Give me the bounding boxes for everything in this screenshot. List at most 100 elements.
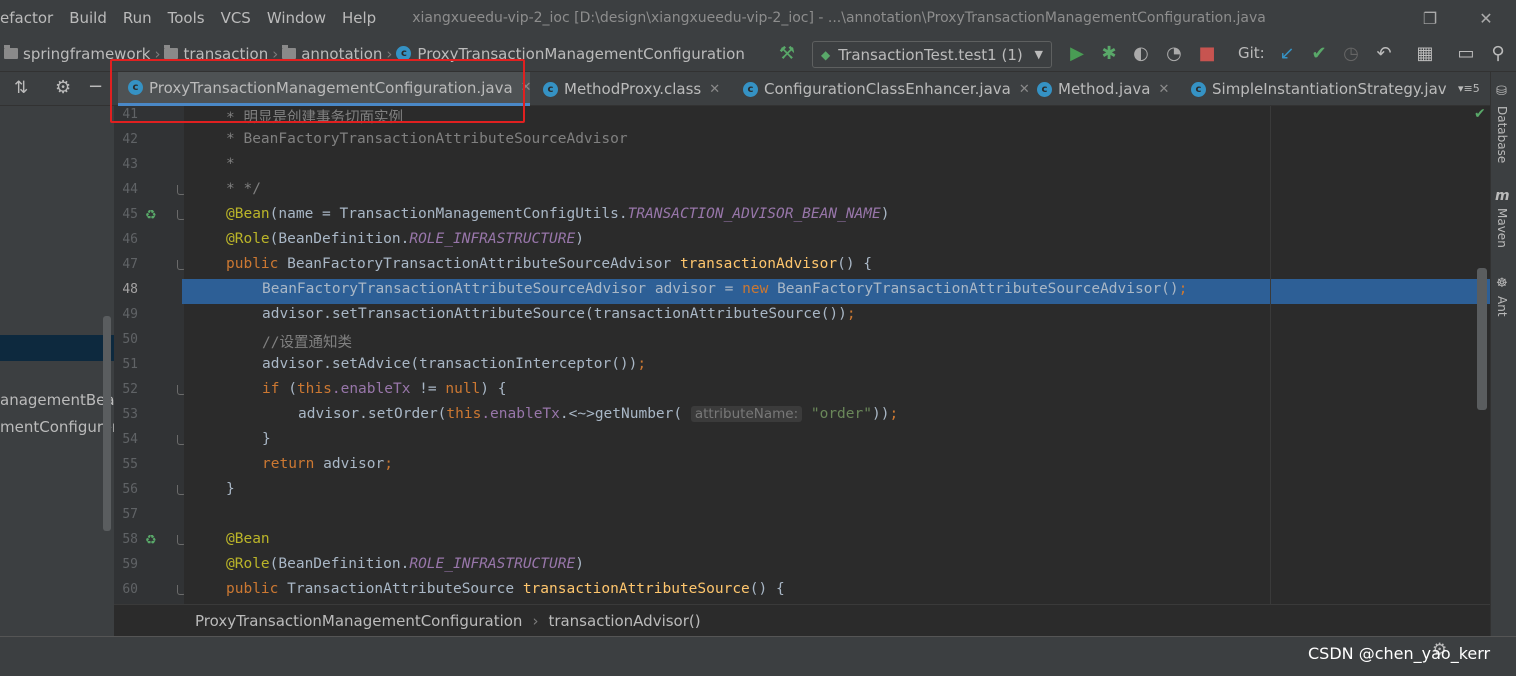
bean-gutter-icon[interactable]: ♻	[145, 533, 157, 548]
tool-database[interactable]: Database	[1495, 106, 1509, 163]
line-number: 53	[122, 407, 138, 422]
coverage-icon[interactable]: ◐	[1130, 44, 1152, 64]
menu-run[interactable]: Run	[115, 9, 160, 27]
project-tool-window: anagementBear mentConfigurer	[0, 106, 114, 676]
code-breadcrumb-bar: ProxyTransactionManagementConfiguration …	[114, 604, 1490, 636]
stop-icon[interactable]: ■	[1196, 44, 1218, 64]
menu-vcs[interactable]: VCS	[213, 9, 259, 27]
maven-icon: m	[1495, 188, 1510, 204]
breadcrumb-method[interactable]: transactionAdvisor()	[548, 612, 700, 630]
no-problems-check-icon[interactable]: ✔	[1474, 106, 1486, 122]
minimize-icon[interactable]: −	[88, 76, 103, 97]
debug-icon[interactable]: ✱	[1098, 44, 1120, 64]
git-update-icon[interactable]: ↙	[1276, 44, 1298, 64]
menu-tools[interactable]: Tools	[160, 9, 213, 27]
close-window-icon[interactable]: ✕	[1456, 0, 1516, 36]
line-number: 57	[122, 507, 138, 522]
close-tab-icon[interactable]: ✕	[1158, 82, 1169, 97]
run-configuration-label: TransactionTest.test1 (1)	[838, 45, 1023, 64]
window-title: xiangxueedu-vip-2_ioc [D:\design\xiangxu…	[412, 10, 1266, 26]
code-token: ) {	[480, 381, 507, 397]
line-number: 54	[122, 432, 138, 447]
tree-item[interactable]: anagementBear	[0, 391, 114, 409]
menu-build[interactable]: Build	[61, 9, 115, 27]
menu-window[interactable]: Window	[259, 9, 334, 27]
project-structure-icon[interactable]: ▦	[1414, 44, 1436, 64]
collapse-icon[interactable]: ⇅	[14, 78, 28, 98]
tab-label: ConfigurationClassEnhancer.java	[764, 80, 1011, 98]
class-icon: c	[1037, 81, 1052, 97]
code-token: .enableTx	[331, 381, 411, 397]
code-line-59: @Role(BeanDefinition.ROLE_INFRASTRUCTURE…	[226, 556, 584, 572]
line-number: 48	[122, 282, 138, 297]
editor-scrollbar-thumb[interactable]	[1477, 268, 1487, 410]
database-icon: ⛁	[1496, 84, 1507, 99]
git-history-icon[interactable]: ◷	[1340, 44, 1362, 64]
git-commit-icon[interactable]: ✔	[1308, 44, 1330, 64]
code-token: .enableTx	[481, 406, 560, 422]
tab-configuration-class-enhancer[interactable]: c ConfigurationClassEnhancer.java ✕	[733, 72, 1030, 106]
tab-label: Method.java	[1058, 80, 1151, 98]
tool-maven[interactable]: Maven	[1495, 208, 1509, 248]
code-line-52: if (this.enableTx != null) {	[262, 381, 506, 397]
line-number: 56	[122, 482, 138, 497]
code-token: BeanFactoryTransactionAttributeSourceAdv…	[287, 256, 680, 272]
code-token: ROLE_INFRASTRUCTURE	[409, 556, 576, 572]
line-number: 42	[122, 132, 138, 147]
chevron-down-icon: ▼	[1034, 48, 1043, 61]
tool-ant[interactable]: Ant	[1495, 296, 1509, 317]
more-tabs-count: 5	[1472, 82, 1480, 95]
right-tool-strip: ⛁ Database m Maven ☸ Ant	[1490, 72, 1516, 636]
run-configuration-select[interactable]: ◆ TransactionTest.test1 (1) ▼	[812, 41, 1052, 68]
junit-icon: ◆	[821, 47, 831, 62]
code-line-58: @Bean	[226, 531, 270, 547]
code-token: ;	[384, 456, 393, 472]
restore-window-icon[interactable]: ❐	[1400, 0, 1460, 36]
code-token: advisor.setTransactionAttributeSource(tr…	[262, 306, 847, 322]
code-editor[interactable]	[184, 106, 1490, 604]
scrollbar-thumb[interactable]	[103, 316, 111, 531]
editor-gutter	[114, 106, 184, 604]
folder-icon	[4, 45, 18, 59]
git-rollback-icon[interactable]: ↶	[1373, 44, 1395, 64]
class-icon: c	[1191, 81, 1206, 97]
search-icon[interactable]: ⚲	[1487, 44, 1509, 64]
code-token: (name = TransactionManagementConfigUtils…	[269, 206, 628, 222]
selected-tree-row[interactable]	[0, 335, 114, 361]
line-number: 47	[122, 257, 138, 272]
code-token: )	[575, 556, 584, 572]
code-token: @Bean	[226, 206, 270, 222]
line-number: 49	[122, 307, 138, 322]
highlight-annotation-box	[110, 59, 525, 123]
presentation-icon[interactable]: ▭	[1455, 44, 1477, 64]
code-token: !=	[410, 381, 446, 397]
bean-gutter-icon[interactable]: ♻	[145, 208, 157, 223]
code-line-49: advisor.setTransactionAttributeSource(tr…	[262, 306, 856, 322]
code-line-44: * */	[226, 181, 261, 197]
status-bar	[0, 636, 1516, 676]
profiler-icon[interactable]: ◔	[1163, 44, 1185, 64]
menu-help[interactable]: Help	[334, 9, 384, 27]
menu-refactor[interactable]: efactor	[0, 9, 61, 27]
build-hammer-icon[interactable]: ⚒	[776, 44, 798, 64]
tab-method[interactable]: c Method.java ✕	[1027, 72, 1177, 106]
code-token: advisor	[323, 456, 385, 472]
code-line-55: return advisor;	[262, 456, 393, 472]
class-icon: c	[743, 81, 758, 97]
more-tabs-button[interactable]: ▾≡5	[1458, 82, 1480, 95]
code-token: ;	[1178, 281, 1188, 297]
tab-method-proxy[interactable]: c MethodProxy.class ✕	[533, 72, 733, 106]
code-token: @Role	[226, 556, 270, 572]
right-margin-guide	[1270, 106, 1271, 604]
code-line-47: public BeanFactoryTransactionAttributeSo…	[226, 256, 872, 272]
breadcrumb-class[interactable]: ProxyTransactionManagementConfiguration	[195, 612, 522, 630]
tree-item[interactable]: mentConfigurer	[0, 418, 114, 436]
close-tab-icon[interactable]: ✕	[709, 82, 720, 97]
run-icon[interactable]: ▶	[1066, 44, 1088, 64]
code-token: advisor.setAdvice(transactionInterceptor…	[262, 356, 638, 372]
gear-icon[interactable]: ⚙	[55, 77, 71, 98]
code-token: TransactionAttributeSource	[287, 581, 523, 597]
code-token: transactionAdvisor	[679, 256, 838, 272]
code-token: )	[880, 206, 890, 222]
tab-simple-instantiation-strategy[interactable]: c SimpleInstantiationStrategy.jav	[1181, 72, 1455, 106]
